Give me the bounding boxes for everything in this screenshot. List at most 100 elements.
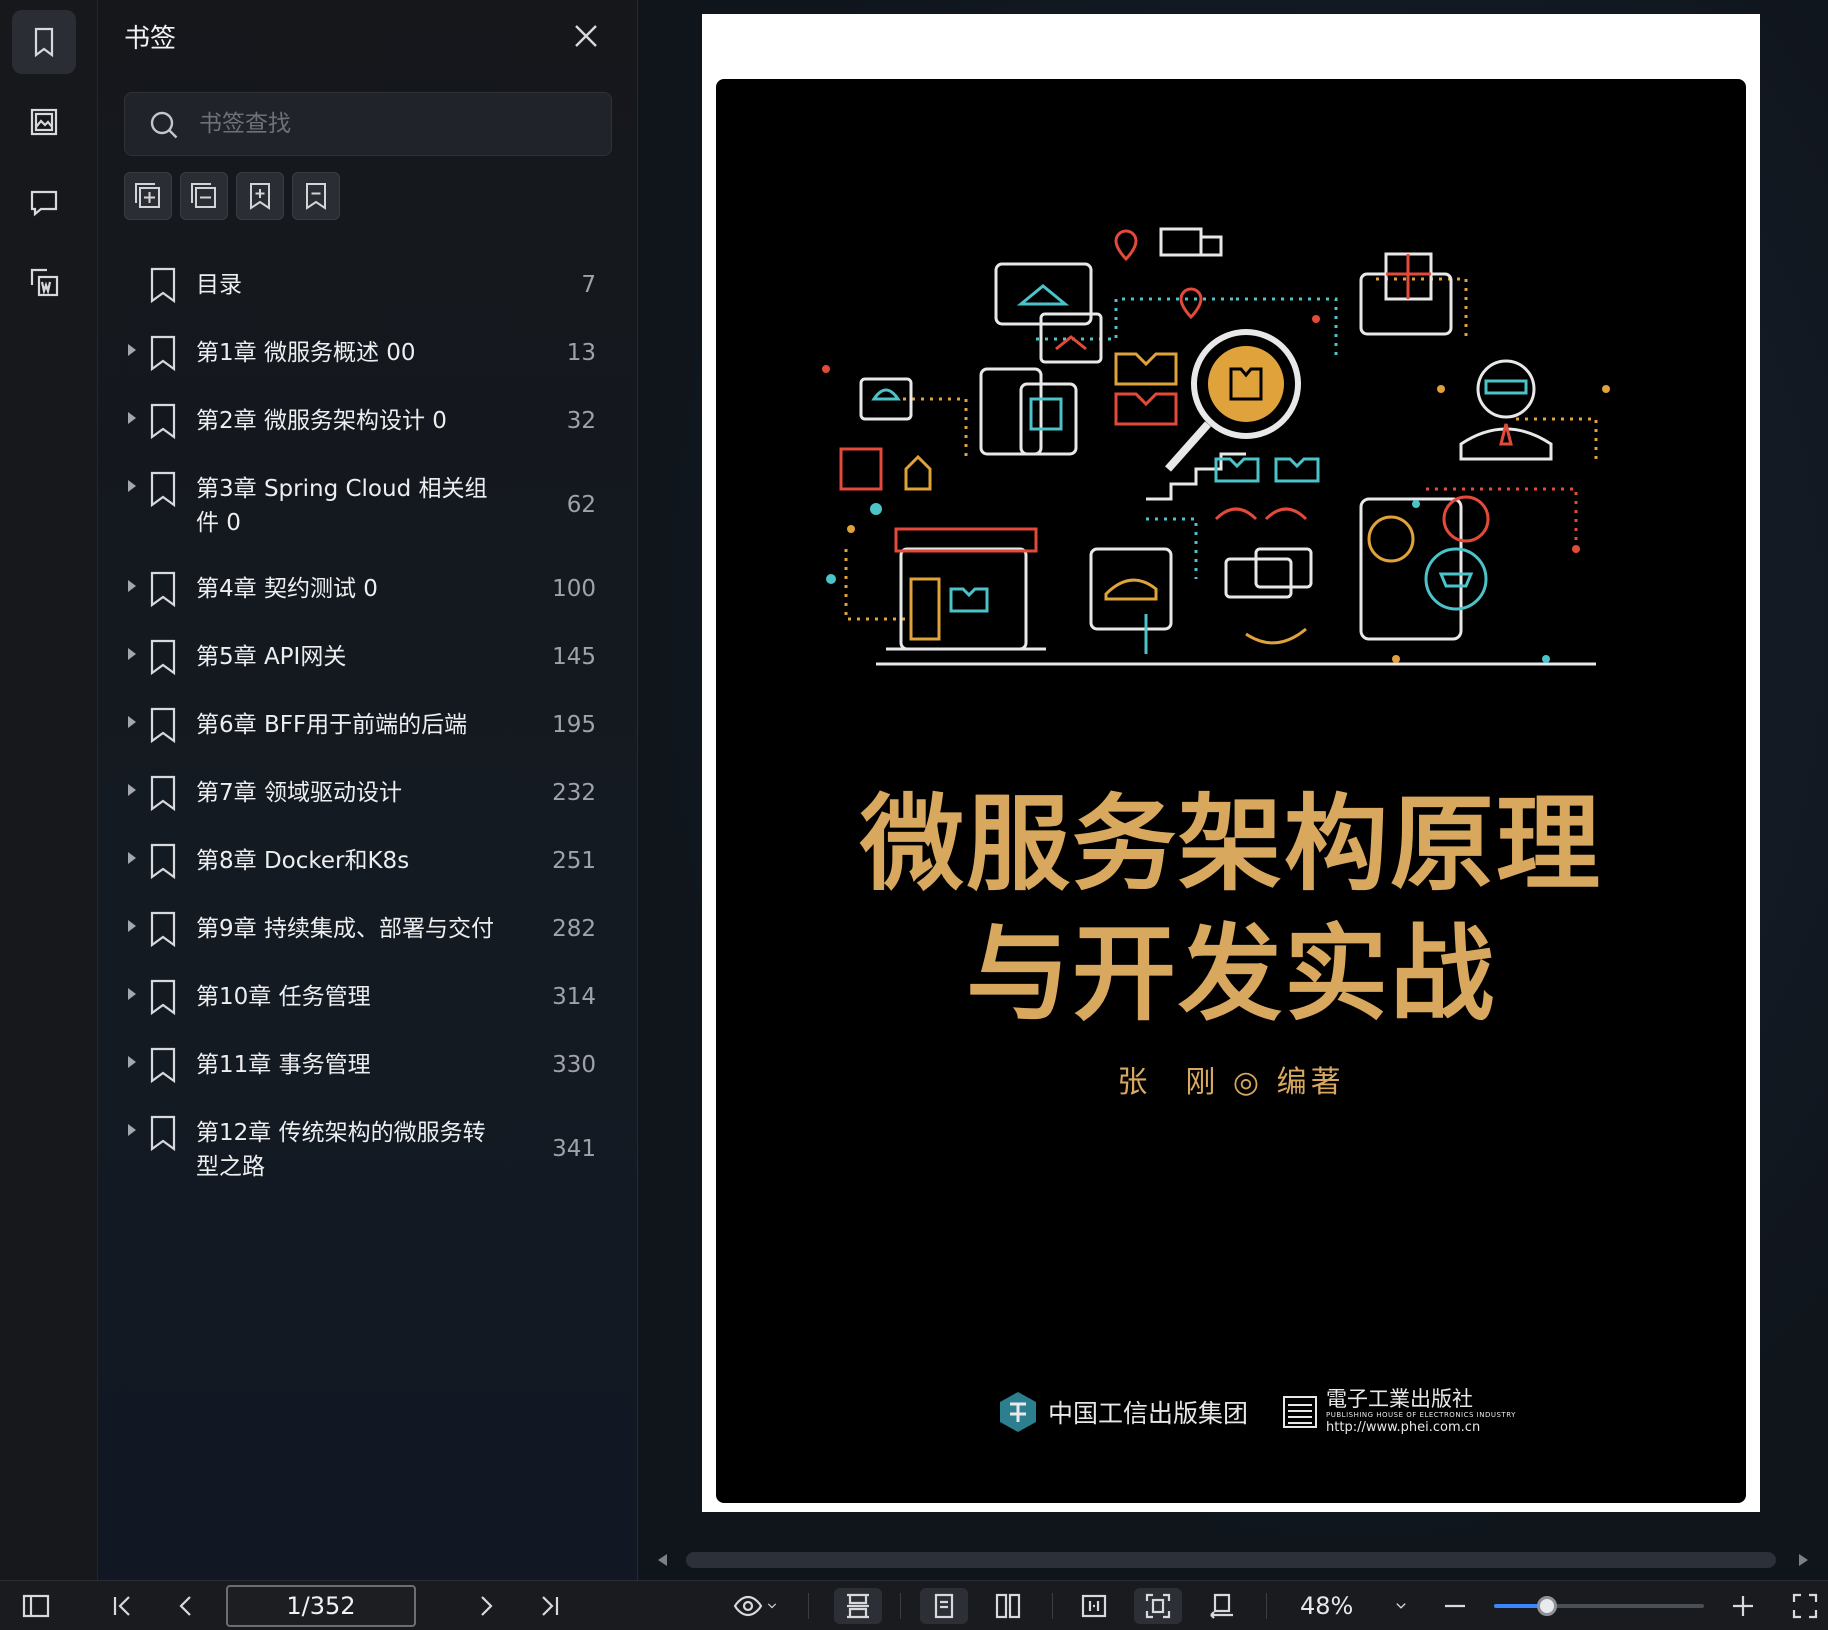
book-cover: 微服务架构原理 与开发实战 张 刚 ◎ 编著 中国工信出版集团 電子工業出版社 …	[716, 79, 1746, 1503]
single-page-icon	[934, 1593, 954, 1619]
chevron-left-icon	[179, 1596, 191, 1616]
search-icon	[147, 108, 181, 142]
bookmark-item[interactable]: 第3章 Spring Cloud 相关组件 0 62	[98, 456, 638, 556]
zoom-percentage[interactable]: 48%	[1300, 1588, 1353, 1624]
bookmark-label: 第3章 Spring Cloud 相关组件 0	[196, 476, 488, 536]
bookmark-panel: 书签 目录 7 第1章 微服务概述 00 13 第2章 微服务架构设计 0 32 第3章 S…	[98, 0, 638, 1580]
continuous-scroll-button[interactable]	[834, 1588, 882, 1624]
rotate-page-button[interactable]	[1198, 1588, 1246, 1624]
expand-all-button[interactable]	[124, 172, 172, 220]
zoom-in-button[interactable]	[1728, 1588, 1758, 1624]
bookmark-label: 第1章 微服务概述 00	[196, 340, 416, 366]
bookmark-page-number: 314	[552, 984, 596, 1010]
bookmark-tab-button[interactable]	[12, 10, 76, 74]
bookmark-item[interactable]: 第7章 领域驱动设计 232	[98, 760, 638, 828]
first-page-button[interactable]	[104, 1588, 140, 1624]
document-viewer: 微服务架构原理 与开发实战 张 刚 ◎ 编著 中国工信出版集团 電子工業出版社 …	[638, 0, 1828, 1580]
expand-caret-icon[interactable]	[128, 344, 136, 356]
cover-author: 张 刚 ◎ 编著	[1117, 1065, 1345, 1100]
single-page-button[interactable]	[920, 1588, 968, 1624]
chevron-down-icon	[767, 1603, 777, 1609]
expand-caret-icon[interactable]	[128, 648, 136, 660]
close-panel-button[interactable]	[570, 20, 602, 52]
remove-bookmark-icon	[306, 183, 326, 210]
bookmark-label: 第5章 API网关	[196, 644, 347, 670]
scroll-right-arrow-icon[interactable]	[1799, 1554, 1808, 1566]
eye-icon	[733, 1595, 763, 1617]
bookmark-icon	[34, 27, 54, 58]
bookmark-label: 第8章 Docker和K8s	[196, 848, 410, 874]
expand-caret-icon[interactable]	[128, 852, 136, 864]
add-bookmark-button[interactable]	[236, 172, 284, 220]
image-icon	[30, 108, 58, 136]
expand-caret-icon[interactable]	[128, 1124, 136, 1136]
bookmark-label: 第6章 BFF用于前端的后端	[196, 712, 468, 738]
bookmark-item[interactable]: 第4章 契约测试 0 100	[98, 556, 638, 624]
minus-icon	[1445, 1604, 1465, 1608]
scroll-left-arrow-icon[interactable]	[658, 1554, 667, 1566]
bookmark-item[interactable]: 第5章 API网关 145	[98, 624, 638, 692]
previous-page-button[interactable]	[168, 1588, 204, 1624]
bookmark-item[interactable]: 目录 7	[98, 252, 638, 320]
zoom-slider-handle[interactable]	[1536, 1596, 1557, 1616]
expand-caret-icon[interactable]	[128, 716, 136, 728]
bookmark-label: 第9章 持续集成、部署与交付	[196, 916, 494, 942]
comment-icon	[30, 190, 58, 217]
fit-page-button[interactable]	[1134, 1588, 1182, 1624]
fit-width-button[interactable]	[1070, 1588, 1118, 1624]
bookmark-item[interactable]: 第10章 任务管理 314	[98, 964, 638, 1032]
publisher-phei-logo	[1283, 1395, 1318, 1428]
expand-all-icon	[135, 183, 160, 208]
bookmark-icon	[148, 334, 178, 372]
bookmark-item[interactable]: 第1章 微服务概述 00 13	[98, 320, 638, 388]
bookmark-search-input[interactable]	[199, 93, 599, 155]
remove-bookmark-button[interactable]	[292, 172, 340, 220]
zoom-dropdown-button[interactable]	[1386, 1588, 1416, 1624]
bookmark-label: 目录	[196, 272, 242, 298]
bookmark-page-number: 341	[552, 1136, 596, 1162]
horizontal-scrollbar[interactable]	[658, 1550, 1808, 1570]
bookmark-label: 第2章 微服务架构设计 0	[196, 408, 447, 434]
thumbnail-tab-button[interactable]	[12, 90, 76, 154]
bookmark-item[interactable]: 第9章 持续集成、部署与交付 282	[98, 896, 638, 964]
page-number-field[interactable]: 1/352	[226, 1585, 416, 1627]
expand-caret-icon[interactable]	[128, 920, 136, 932]
bookmark-item[interactable]: 第8章 Docker和K8s 251	[98, 828, 638, 896]
bookmark-page-number: 282	[552, 916, 596, 942]
bookmark-page-number: 232	[552, 780, 596, 806]
expand-caret-icon[interactable]	[128, 988, 136, 1000]
expand-caret-icon[interactable]	[128, 1056, 136, 1068]
bookmark-page-number: 330	[552, 1052, 596, 1078]
bookmark-item[interactable]: 第11章 事务管理 330	[98, 1032, 638, 1100]
two-page-button[interactable]	[984, 1588, 1032, 1624]
continuous-scroll-icon	[847, 1593, 869, 1619]
expand-caret-icon[interactable]	[128, 580, 136, 592]
bookmark-icon	[148, 910, 178, 948]
cover-title-line1: 微服务架构原理	[859, 783, 1602, 905]
left-icon-rail	[0, 0, 98, 1580]
collapse-all-button[interactable]	[180, 172, 228, 220]
toggle-sidebar-button[interactable]	[18, 1588, 54, 1624]
scrollbar-thumb[interactable]	[686, 1552, 1776, 1568]
bookmark-item[interactable]: 第6章 BFF用于前端的后端 195	[98, 692, 638, 760]
last-page-button[interactable]	[532, 1588, 568, 1624]
bookmark-page-number: 62	[566, 492, 596, 518]
fullscreen-button[interactable]	[1790, 1588, 1820, 1624]
fit-width-icon	[1081, 1594, 1107, 1618]
zoom-out-button[interactable]	[1440, 1588, 1470, 1624]
zoom-slider[interactable]	[1494, 1596, 1704, 1616]
bookmark-page-number: 13	[566, 340, 596, 366]
comment-tab-button[interactable]	[12, 170, 76, 234]
expand-caret-icon[interactable]	[128, 784, 136, 796]
rotate-icon	[1210, 1593, 1233, 1619]
bookmark-icon	[148, 470, 178, 508]
next-page-button[interactable]	[468, 1588, 504, 1624]
view-mode-button[interactable]	[724, 1588, 788, 1624]
document-page: 微服务架构原理 与开发实战 张 刚 ◎ 编著 中国工信出版集团 電子工業出版社 …	[702, 14, 1760, 1512]
expand-caret-icon[interactable]	[128, 412, 136, 424]
convert-tab-button[interactable]	[12, 250, 76, 314]
bookmark-icon	[148, 774, 178, 812]
bookmark-item[interactable]: 第2章 微服务架构设计 0 32	[98, 388, 638, 456]
bookmark-item[interactable]: 第12章 传统架构的微服务转型之路 341	[98, 1100, 638, 1200]
expand-caret-icon[interactable]	[128, 480, 136, 492]
